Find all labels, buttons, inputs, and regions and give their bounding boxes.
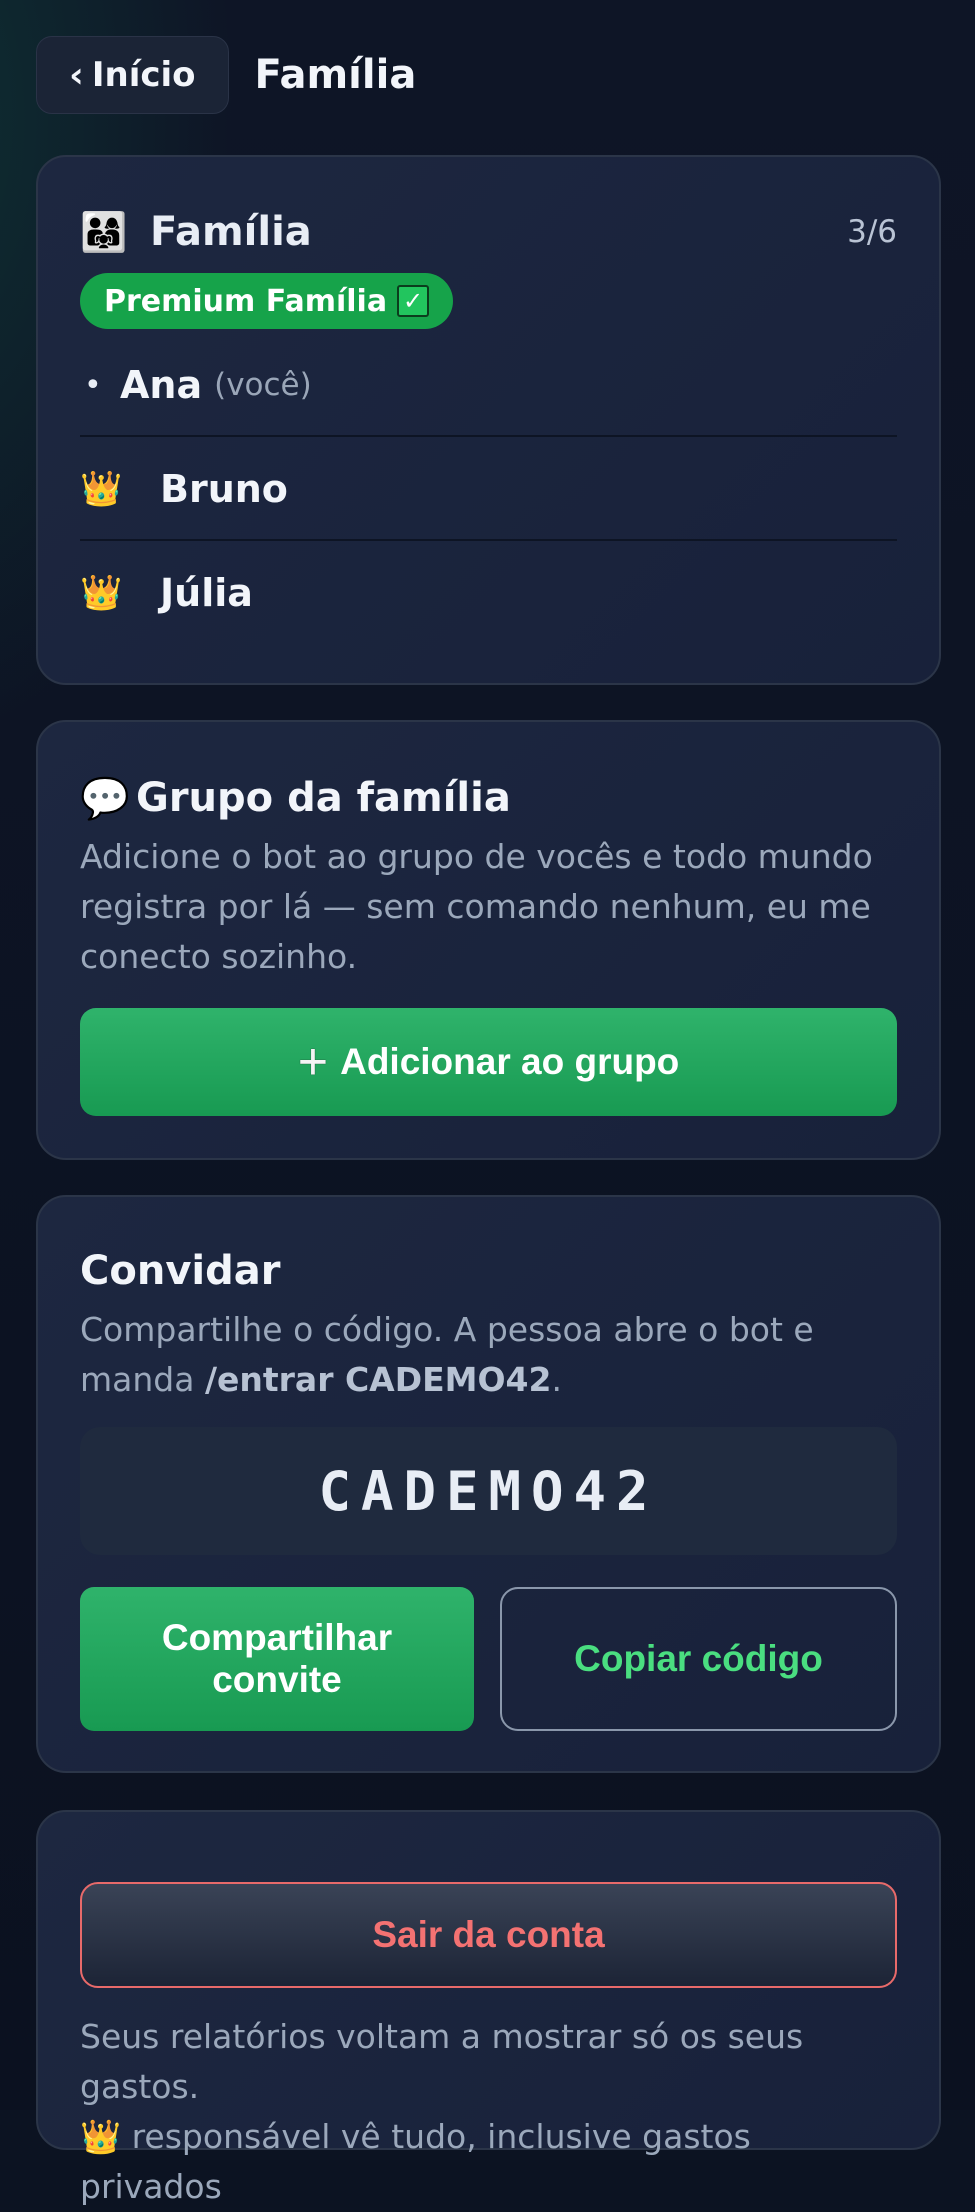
member-row: • Ana (você) (80, 333, 897, 437)
member-name: Júlia (160, 571, 253, 615)
member-name: Ana (120, 363, 203, 407)
speech-bubble-icon: 💬 (80, 775, 130, 822)
family-icon: 👨‍👩‍👧 (80, 209, 128, 254)
add-to-group-button[interactable]: + Adicionar ao grupo (80, 1008, 897, 1116)
group-card-header: 💬 Grupo da família (80, 768, 897, 828)
group-title: Grupo da família (136, 775, 511, 821)
page-title: Família (254, 52, 417, 98)
logout-note-line2-text: responsável vê tudo, inclusive gastos pr… (80, 2117, 751, 2206)
back-button[interactable]: ‹ Início (36, 36, 229, 114)
logout-card: Sair da conta Seus relatórios voltam a m… (36, 1810, 941, 2206)
invite-description-end: . (551, 1360, 562, 1399)
chevron-left-icon: ‹ (69, 54, 84, 96)
family-card: 👨‍👩‍👧 Família 3/6 Premium Família ✓ • An… (36, 155, 941, 685)
group-card: 💬 Grupo da família Adicione o bot ao gru… (36, 720, 941, 1160)
join-command: /entrar CADEMO42 (204, 1360, 552, 1399)
member-name: Bruno (160, 467, 288, 511)
checkmark-icon: ✓ (397, 285, 430, 317)
logout-note-line1: Seus relatórios voltam a mostrar só os s… (80, 2017, 804, 2106)
copy-code-button[interactable]: Copiar código (500, 1587, 897, 1731)
member-row: 👑 Bruno (80, 437, 897, 541)
member-count: 3/6 (847, 214, 897, 250)
back-button-label: Início (91, 55, 196, 95)
logout-button[interactable]: Sair da conta (80, 1882, 897, 1988)
member-self-tag: (você) (214, 367, 312, 403)
group-description: Adicione o bot ao grupo de vocês e todo … (80, 837, 873, 976)
invite-card: Convidar Compartilhe o código. A pessoa … (36, 1195, 941, 1773)
invite-card-header: Convidar (80, 1241, 897, 1301)
logout-note: Seus relatórios voltam a mostrar só os s… (80, 2012, 897, 2212)
plan-badge-label: Premium Família (104, 283, 388, 319)
bullet-icon: • (84, 367, 102, 403)
invite-title: Convidar (80, 1248, 281, 1294)
share-invite-button[interactable]: Compartilhar convite (80, 1587, 474, 1731)
add-to-group-label: Adicionar ao grupo (340, 1041, 680, 1082)
crown-icon: 👑 (80, 2117, 132, 2156)
crown-icon: 👑 (80, 573, 123, 613)
logout-note-line2: 👑 responsável vê tudo, inclusive gastos … (80, 2112, 897, 2212)
family-title: Família (150, 209, 312, 255)
plan-badge: Premium Família ✓ (80, 273, 454, 329)
crown-icon: 👑 (80, 469, 123, 509)
page-header: ‹ Início Família (36, 36, 939, 114)
family-card-header: 👨‍👩‍👧 Família 3/6 (80, 205, 897, 259)
invite-code: CADEMO42 (80, 1427, 897, 1555)
invite-description: Compartilhe o código. A pessoa abre o bo… (80, 1305, 897, 1405)
member-row: 👑 Júlia (80, 541, 897, 645)
plus-icon: + (297, 1033, 329, 1091)
